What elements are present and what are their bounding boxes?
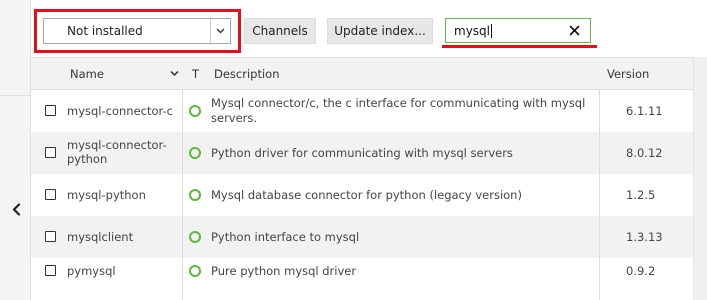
search-text: mysql: [446, 23, 564, 38]
package-description: Mysql database connector for python (leg…: [211, 188, 522, 202]
package-name: mysql-python: [67, 188, 146, 202]
row-checkbox[interactable]: [45, 231, 56, 242]
table-header: Name T Description Version: [31, 58, 693, 90]
column-divider: [599, 258, 600, 300]
package-name: mysql-connector-python: [67, 138, 167, 166]
column-divider: [599, 174, 600, 216]
row-checkbox[interactable]: [45, 147, 56, 158]
filter-select[interactable]: Not installed: [43, 18, 231, 44]
column-divider: [182, 174, 183, 216]
column-divider: [182, 216, 183, 258]
filter-select-value: Not installed: [67, 24, 143, 38]
column-divider: [182, 258, 183, 300]
scrollbar[interactable]: [693, 57, 707, 300]
sort-name-button[interactable]: [170, 66, 179, 80]
packages-table: Name T Description Version mysql-connect…: [31, 57, 693, 300]
column-header-name[interactable]: Name: [70, 67, 104, 81]
column-header-type[interactable]: T: [192, 67, 199, 81]
table-row[interactable]: mysql-python Mysql database connector fo…: [31, 174, 693, 216]
status-ring-icon: [189, 105, 201, 117]
left-strip-divider: [0, 95, 31, 96]
table-row[interactable]: pymysql Pure python mysql driver 0.9.2: [31, 258, 693, 300]
close-icon: [569, 25, 579, 36]
package-name: mysql-connector-c: [67, 104, 173, 118]
status-ring-icon: [189, 265, 201, 277]
row-checkbox[interactable]: [45, 105, 56, 116]
highlight-underline: [442, 45, 597, 48]
text-cursor: [491, 23, 492, 38]
table-row[interactable]: mysqlclient Python interface to mysql 1.…: [31, 216, 693, 258]
package-description: Mysql connector/c, the c interface for c…: [211, 96, 586, 125]
toolbar: Not installed Channels Update index... m…: [31, 0, 707, 57]
package-description: Pure python mysql driver: [211, 264, 357, 278]
package-name: mysqlclient: [67, 230, 134, 244]
column-divider: [599, 216, 600, 258]
chevron-down-icon: [170, 70, 179, 77]
chevron-left-icon: [12, 202, 20, 216]
package-version: 1.3.13: [626, 230, 663, 244]
package-description: Python driver for communicating with mys…: [211, 146, 513, 160]
status-ring-icon: [189, 147, 201, 159]
column-header-version[interactable]: Version: [607, 67, 649, 81]
row-checkbox[interactable]: [45, 189, 56, 200]
package-version: 1.2.5: [626, 188, 656, 202]
chevron-down-icon: [216, 28, 225, 34]
column-divider: [182, 132, 183, 174]
select-caret[interactable]: [210, 19, 230, 43]
column-divider: [182, 90, 183, 132]
search-value: mysql: [454, 23, 490, 38]
row-checkbox[interactable]: [45, 265, 56, 276]
left-panel-strip: [0, 0, 31, 300]
collapse-panel-button[interactable]: [8, 198, 24, 220]
column-header-description[interactable]: Description: [214, 67, 280, 81]
package-version: 8.0.12: [626, 146, 663, 160]
package-description: Python interface to mysql: [211, 230, 360, 244]
search-input[interactable]: mysql: [445, 18, 591, 43]
package-name: pymysql: [67, 264, 116, 278]
status-ring-icon: [189, 189, 201, 201]
package-version: 6.1.11: [626, 104, 663, 118]
channels-button[interactable]: Channels: [244, 18, 316, 44]
package-version: 0.9.2: [626, 264, 656, 278]
status-ring-icon: [189, 231, 201, 243]
table-row[interactable]: mysql-connector-c Mysql connector/c, the…: [31, 90, 693, 132]
table-row[interactable]: mysql-connector-python Python driver for…: [31, 132, 693, 174]
update-index-button[interactable]: Update index...: [327, 18, 433, 44]
clear-search-button[interactable]: [564, 21, 584, 41]
column-divider: [599, 90, 600, 132]
column-divider: [599, 132, 600, 174]
